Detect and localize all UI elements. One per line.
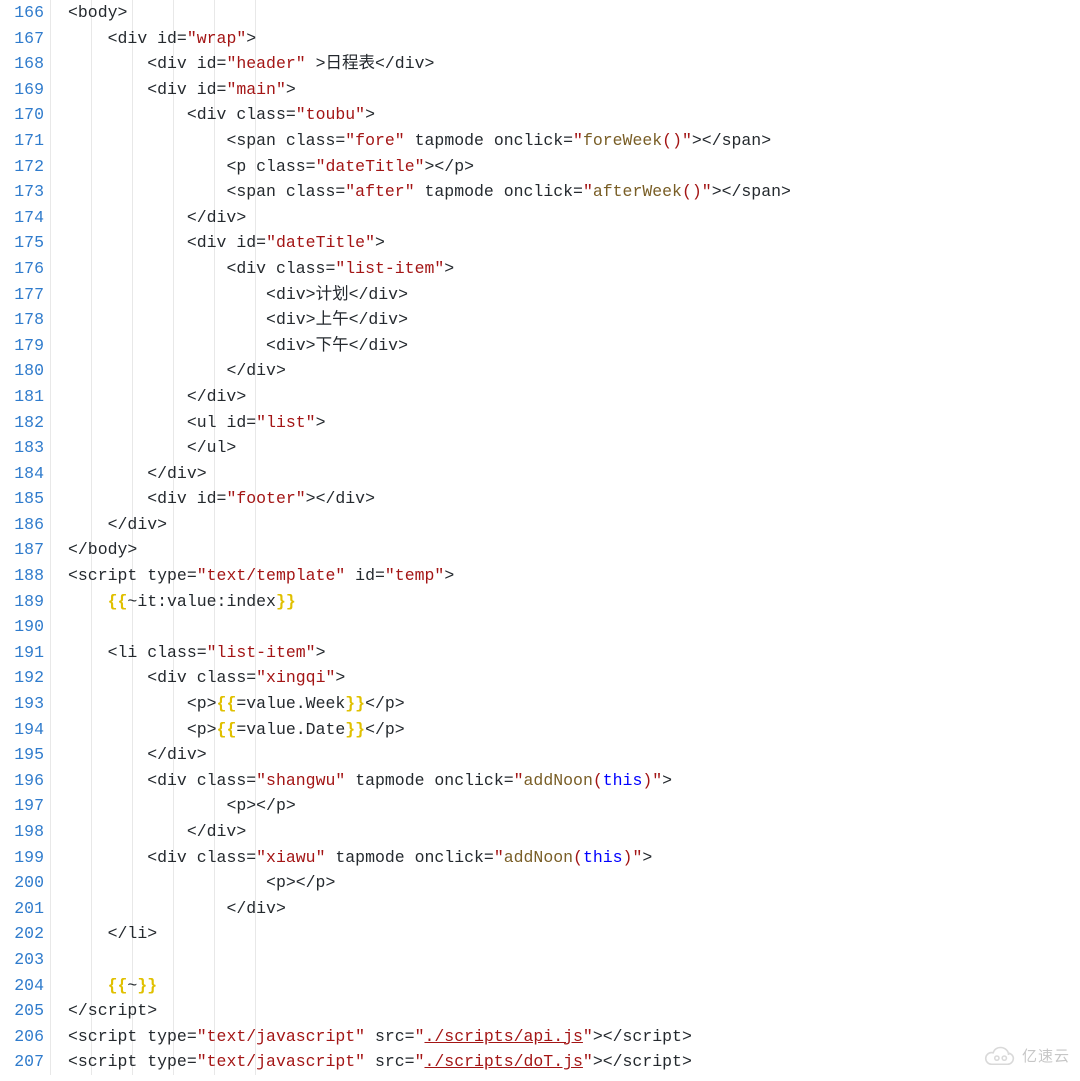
code-line[interactable]: <div id="dateTitle"> xyxy=(68,230,1080,256)
code-line[interactable]: <div>上午</div> xyxy=(68,307,1080,333)
line-number: 169 xyxy=(0,77,44,103)
code-line[interactable]: <div class="toubu"> xyxy=(68,102,1080,128)
code-area[interactable]: <body> <div id="wrap"> <div id="header" … xyxy=(50,0,1080,1075)
line-number: 175 xyxy=(0,230,44,256)
code-line[interactable] xyxy=(68,614,1080,640)
line-number: 192 xyxy=(0,665,44,691)
line-number: 171 xyxy=(0,128,44,154)
code-line[interactable]: <script type="text/javascript" src="./sc… xyxy=(68,1049,1080,1075)
code-line[interactable]: </div> xyxy=(68,384,1080,410)
code-line[interactable]: </div> xyxy=(68,205,1080,231)
line-number: 190 xyxy=(0,614,44,640)
code-line[interactable]: <script type="text/javascript" src="./sc… xyxy=(68,1024,1080,1050)
line-number: 174 xyxy=(0,205,44,231)
code-line[interactable]: <p class="dateTitle"></p> xyxy=(68,154,1080,180)
code-line[interactable]: <div id="footer"></div> xyxy=(68,486,1080,512)
code-line[interactable]: <span class="fore" tapmode onclick="fore… xyxy=(68,128,1080,154)
line-number: 180 xyxy=(0,358,44,384)
line-number: 177 xyxy=(0,282,44,308)
line-number: 185 xyxy=(0,486,44,512)
line-number: 176 xyxy=(0,256,44,282)
code-line[interactable]: <div id="main"> xyxy=(68,77,1080,103)
code-line[interactable]: </script> xyxy=(68,998,1080,1024)
code-line[interactable]: </div> xyxy=(68,512,1080,538)
line-number: 198 xyxy=(0,819,44,845)
line-number: 183 xyxy=(0,435,44,461)
line-number: 201 xyxy=(0,896,44,922)
code-line[interactable]: <p>{{=value.Week}}</p> xyxy=(68,691,1080,717)
line-number: 170 xyxy=(0,102,44,128)
code-line[interactable]: </div> xyxy=(68,742,1080,768)
code-line[interactable]: <div class="xingqi"> xyxy=(68,665,1080,691)
code-line[interactable]: <ul id="list"> xyxy=(68,410,1080,436)
line-number: 205 xyxy=(0,998,44,1024)
line-number: 166 xyxy=(0,0,44,26)
code-line[interactable]: <li class="list-item"> xyxy=(68,640,1080,666)
line-number: 172 xyxy=(0,154,44,180)
line-number: 199 xyxy=(0,845,44,871)
line-number: 189 xyxy=(0,589,44,615)
line-number: 186 xyxy=(0,512,44,538)
code-line[interactable]: <div id="header" >日程表</div> xyxy=(68,51,1080,77)
line-number: 181 xyxy=(0,384,44,410)
line-number: 167 xyxy=(0,26,44,52)
code-line[interactable]: <span class="after" tapmode onclick="aft… xyxy=(68,179,1080,205)
code-line[interactable]: <div class="list-item"> xyxy=(68,256,1080,282)
line-number: 173 xyxy=(0,179,44,205)
line-number: 182 xyxy=(0,410,44,436)
code-line[interactable]: </div> xyxy=(68,896,1080,922)
code-line[interactable]: <div>计划</div> xyxy=(68,282,1080,308)
line-number: 206 xyxy=(0,1024,44,1050)
code-line[interactable]: </div> xyxy=(68,819,1080,845)
line-number: 195 xyxy=(0,742,44,768)
line-number: 191 xyxy=(0,640,44,666)
code-line[interactable]: <div class="xiawu" tapmode onclick="addN… xyxy=(68,845,1080,871)
line-number: 184 xyxy=(0,461,44,487)
watermark-text: 亿速云 xyxy=(1022,1045,1070,1066)
line-number: 194 xyxy=(0,717,44,743)
code-line[interactable]: <script type="text/template" id="temp"> xyxy=(68,563,1080,589)
code-line[interactable]: {{~}} xyxy=(68,973,1080,999)
line-number: 188 xyxy=(0,563,44,589)
code-line[interactable]: <p></p> xyxy=(68,793,1080,819)
line-number-gutter: 1661671681691701711721731741751761771781… xyxy=(0,0,50,1075)
line-number: 178 xyxy=(0,307,44,333)
code-line[interactable]: </li> xyxy=(68,921,1080,947)
line-number: 197 xyxy=(0,793,44,819)
line-number: 203 xyxy=(0,947,44,973)
code-line[interactable]: {{~it:value:index}} xyxy=(68,589,1080,615)
code-line[interactable]: </ul> xyxy=(68,435,1080,461)
line-number: 207 xyxy=(0,1049,44,1075)
line-number: 193 xyxy=(0,691,44,717)
code-line[interactable]: <p>{{=value.Date}}</p> xyxy=(68,717,1080,743)
line-number: 179 xyxy=(0,333,44,359)
code-line[interactable]: <p></p> xyxy=(68,870,1080,896)
line-number: 200 xyxy=(0,870,44,896)
code-line[interactable]: <div>下午</div> xyxy=(68,333,1080,359)
code-line[interactable]: </div> xyxy=(68,461,1080,487)
line-number: 204 xyxy=(0,973,44,999)
line-number: 202 xyxy=(0,921,44,947)
code-line[interactable]: <div id="wrap"> xyxy=(68,26,1080,52)
code-line[interactable]: </body> xyxy=(68,537,1080,563)
code-line[interactable]: </div> xyxy=(68,358,1080,384)
line-number: 196 xyxy=(0,768,44,794)
cloud-icon xyxy=(982,1043,1016,1069)
code-line[interactable]: <body> xyxy=(68,0,1080,26)
line-number: 187 xyxy=(0,537,44,563)
watermark: 亿速云 xyxy=(982,1043,1070,1069)
line-number: 168 xyxy=(0,51,44,77)
code-line[interactable]: <div class="shangwu" tapmode onclick="ad… xyxy=(68,768,1080,794)
code-editor: 1661671681691701711721731741751761771781… xyxy=(0,0,1080,1075)
code-line[interactable] xyxy=(68,947,1080,973)
